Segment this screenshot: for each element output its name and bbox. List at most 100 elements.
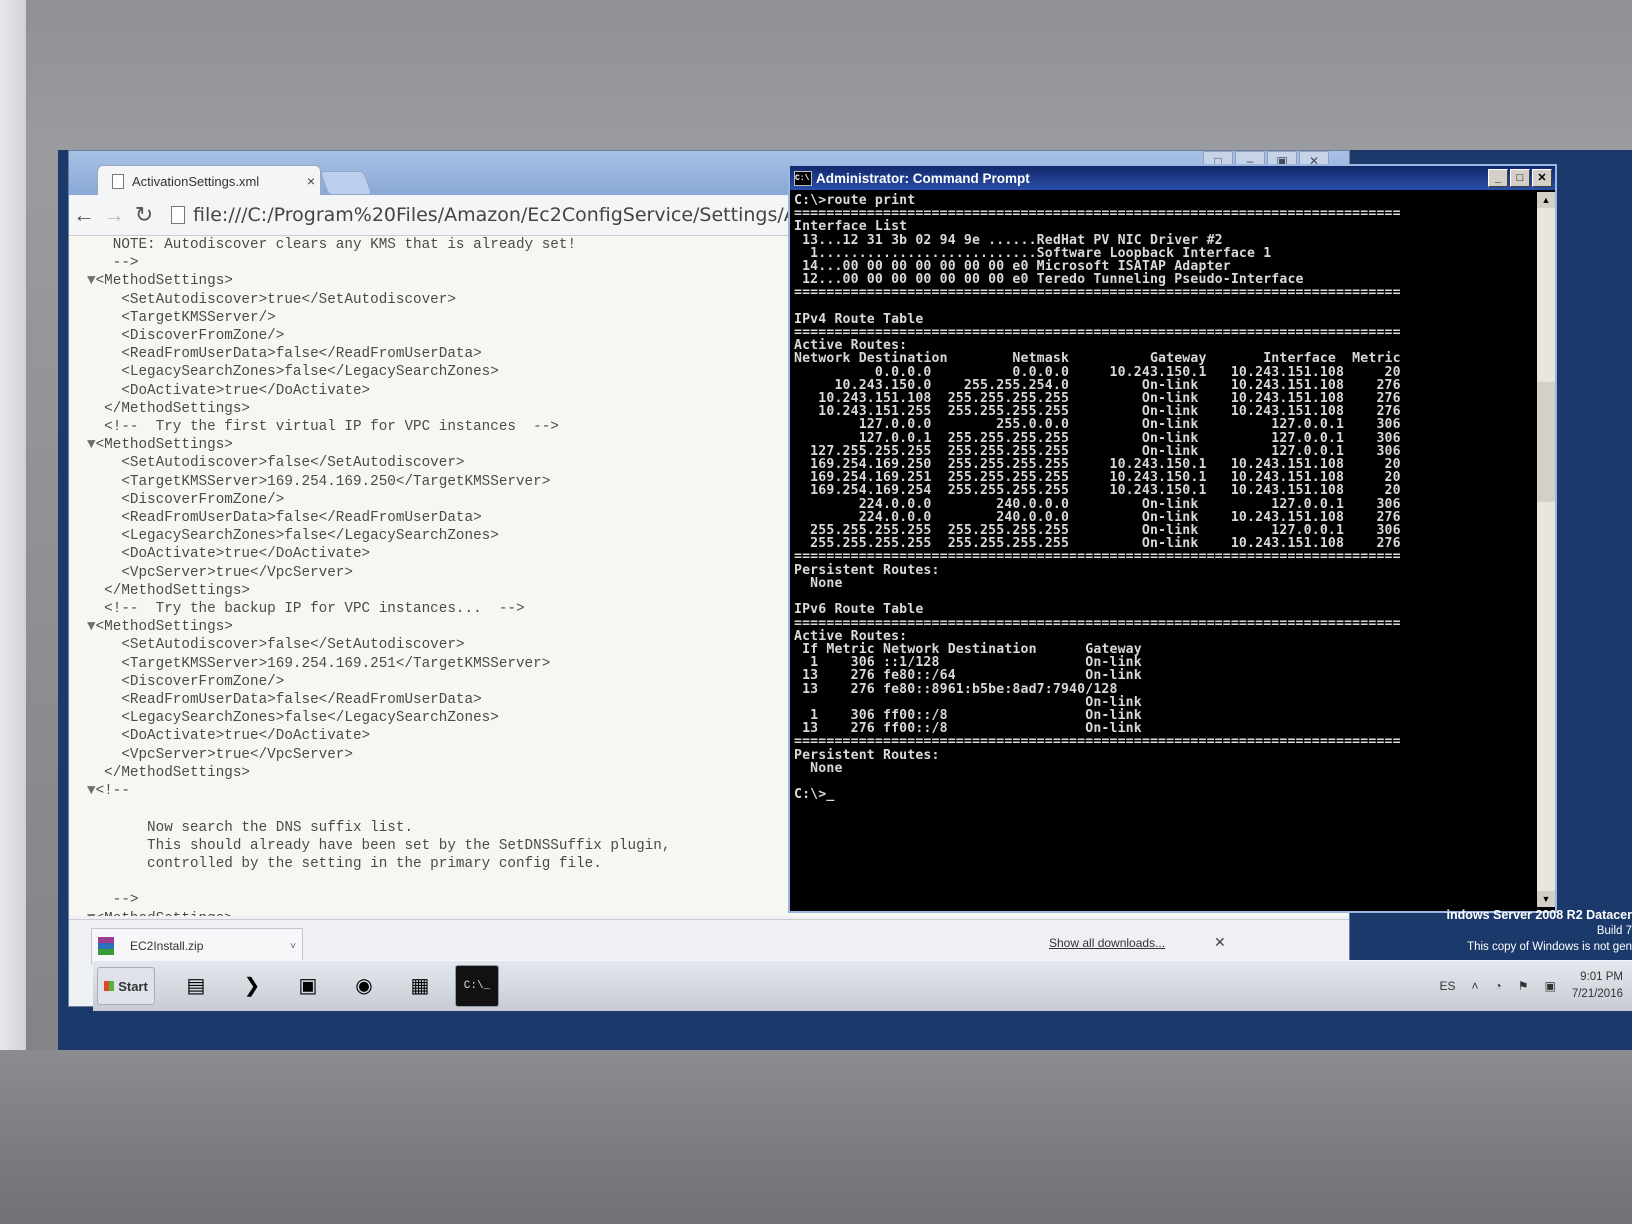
xml-line: <DoActivate>true</DoActivate> — [87, 382, 670, 400]
cmd-title-bar[interactable]: C:\ Administrator: Command Prompt _ □ ✕ — [790, 166, 1555, 190]
cmd-minimize-button[interactable]: _ — [1488, 169, 1508, 187]
xml-line-text: <!-- Try the first virtual IP for VPC in… — [87, 419, 559, 436]
cmd-scrollbar[interactable]: ▲ ▼ — [1537, 192, 1555, 907]
chevron-down-icon[interactable]: ˅ — [290, 941, 296, 952]
xml-line-text: <MethodSettings> — [96, 911, 233, 916]
show-hidden-icons-icon[interactable]: ˄ — [1471, 979, 1478, 993]
xml-line-text: controlled by the setting in the primary… — [87, 855, 602, 872]
xml-line-text: <DiscoverFromZone/> — [87, 328, 285, 345]
xml-line: <SetAutodiscover>true</SetAutodiscover> — [87, 291, 670, 309]
xml-line-text: <ReadFromUserData>false</ReadFromUserDat… — [87, 346, 482, 363]
collapse-triangle-icon[interactable]: ▼ — [87, 783, 96, 799]
chrome-icon[interactable]: ◉ — [343, 965, 385, 1005]
xml-line-text: <DiscoverFromZone/> — [87, 673, 285, 690]
xml-line: ▼<MethodSettings> — [87, 436, 670, 454]
speaker-icon[interactable]: ◔ — [1494, 979, 1501, 993]
reload-button[interactable]: ↻ — [129, 202, 159, 228]
tab-title: ActivationSettings.xml — [132, 173, 260, 189]
xml-line: --> — [87, 254, 670, 272]
forward-button[interactable]: → — [99, 202, 129, 228]
xml-line: This should already have been set by the… — [87, 837, 670, 855]
collapse-triangle-icon[interactable]: ▼ — [87, 911, 96, 916]
download-bar-close-button[interactable]: ✕ — [1214, 934, 1226, 951]
xml-line: <DoActivate>true</DoActivate> — [87, 545, 670, 563]
xml-line-text: Now search the DNS suffix list. — [87, 819, 414, 836]
xml-line — [87, 873, 670, 891]
xml-tree: NOTE: Autodiscover clears any KMS that i… — [87, 236, 670, 916]
cmd-icon[interactable]: C:\_ — [455, 965, 499, 1007]
xml-line-text: <ReadFromUserData>false</ReadFromUserDat… — [87, 692, 482, 709]
tab-activation-settings[interactable]: ActivationSettings.xml × — [97, 165, 321, 196]
watermark-build: Build 7 — [1596, 925, 1632, 937]
xml-line-text: <TargetKMSServer/> — [87, 309, 276, 326]
language-indicator[interactable]: ES — [1439, 979, 1455, 993]
xml-line: <DoActivate>true</DoActivate> — [87, 727, 670, 745]
collapse-triangle-icon[interactable]: ▼ — [87, 437, 96, 453]
show-all-downloads-link[interactable]: Show all downloads... — [1049, 936, 1165, 950]
xml-line: Now search the DNS suffix list. — [87, 819, 670, 837]
monitor-bezel-bottom — [0, 1050, 1632, 1224]
clock[interactable]: 9:01 PM 7/21/2016 — [1572, 969, 1623, 1003]
network-tray-icon[interactable]: ▣ — [1544, 979, 1555, 993]
xml-line-text: <VpcServer>true</VpcServer> — [87, 564, 353, 581]
xml-line: <ReadFromUserData>false</ReadFromUserDat… — [87, 691, 670, 709]
xml-line: NOTE: Autodiscover clears any KMS that i… — [87, 236, 670, 254]
server-manager-icon[interactable]: ▤ — [175, 965, 217, 1005]
xml-line-text: </MethodSettings> — [87, 400, 251, 417]
collapse-triangle-icon[interactable]: ▼ — [87, 273, 96, 289]
download-filename: EC2Install.zip — [130, 939, 204, 953]
windows-logo-icon — [104, 981, 115, 991]
taskbar-apps: ▤ ❯ ▣ ◉ ▦ C:\_ — [175, 965, 499, 1007]
xml-line-text: <MethodSettings> — [95, 273, 233, 290]
watermark-edition: indows Server 2008 R2 Datacer — [1446, 908, 1632, 922]
xml-line: <!-- Try the backup IP for VPC instances… — [87, 600, 670, 618]
xml-line-text: <DoActivate>true</DoActivate> — [87, 728, 371, 745]
xml-line: ▼<MethodSettings> — [87, 618, 670, 636]
action-center-flag-icon[interactable]: ⚑ — [1518, 979, 1529, 993]
new-tab-button[interactable] — [319, 171, 373, 195]
address-url: file:///C:/Program%20Files/Amazon/Ec2Con… — [193, 204, 843, 226]
xml-line — [87, 800, 670, 818]
scroll-down-icon[interactable]: ▼ — [1537, 891, 1555, 907]
cmd-console[interactable]: C:\>route print ========================… — [792, 192, 1532, 907]
desktop-screen: ActivationSettings.xml × □ – ▣ ✕ ← → ↻ f… — [58, 150, 1632, 1050]
xml-line: <VpcServer>true</VpcServer> — [87, 746, 670, 764]
xml-line: <DiscoverFromZone/> — [87, 673, 670, 691]
xml-line-text: <SetAutodiscover>false</SetAutodiscover> — [87, 637, 465, 654]
start-button[interactable]: Start — [97, 967, 155, 1005]
xml-line-text: <DoActivate>true</DoActivate> — [87, 382, 371, 399]
scroll-thumb[interactable] — [1537, 382, 1555, 502]
xml-line-text: This should already have been set by the… — [87, 837, 671, 854]
cmd-maximize-button[interactable]: □ — [1510, 169, 1530, 187]
cmd-close-button[interactable]: ✕ — [1532, 169, 1552, 187]
cmd-title: Administrator: Command Prompt — [816, 170, 1030, 186]
tab-close-button[interactable]: × — [302, 173, 320, 189]
cmd-icon: C:\ — [794, 170, 812, 186]
powershell-icon[interactable]: ❯ — [231, 965, 273, 1005]
xml-line: </MethodSettings> — [87, 400, 670, 418]
xml-line: </MethodSettings> — [87, 582, 670, 600]
network-icon[interactable]: ▦ — [399, 965, 441, 1005]
scroll-up-icon[interactable]: ▲ — [1537, 192, 1555, 208]
xml-line: <SetAutodiscover>false</SetAutodiscover> — [87, 454, 670, 472]
xml-line: <DiscoverFromZone/> — [87, 491, 670, 509]
collapse-triangle-icon[interactable]: ▼ — [87, 619, 96, 635]
xml-line-text: <SetAutodiscover>false</SetAutodiscover> — [87, 455, 465, 472]
xml-line-text: <SetAutodiscover>true</SetAutodiscover> — [87, 291, 456, 308]
xml-line-text: <TargetKMSServer>169.254.169.251</Target… — [87, 655, 551, 672]
download-item[interactable]: EC2Install.zip ˅ — [91, 928, 303, 964]
xml-line: <LegacySearchZones>false</LegacySearchZo… — [87, 527, 670, 545]
system-tray: ES ˄ ◔ ⚑ ▣ 9:01 PM 7/21/2016 — [1439, 969, 1623, 1003]
document-icon — [112, 173, 124, 189]
xml-line-text: <DiscoverFromZone/> — [87, 491, 285, 508]
xml-line-text: --> — [87, 892, 139, 909]
xml-line-text: <MethodSettings> — [95, 619, 233, 636]
page-icon — [171, 206, 185, 224]
command-prompt-window: C:\ Administrator: Command Prompt _ □ ✕ … — [788, 164, 1557, 913]
explorer-icon[interactable]: ▣ — [287, 965, 329, 1005]
back-button[interactable]: ← — [69, 202, 99, 228]
xml-line-text: <LegacySearchZones>false</LegacySearchZo… — [87, 710, 499, 727]
xml-line: <TargetKMSServer/> — [87, 309, 670, 327]
start-label: Start — [118, 978, 148, 994]
xml-line-text: <MethodSettings> — [95, 437, 233, 454]
